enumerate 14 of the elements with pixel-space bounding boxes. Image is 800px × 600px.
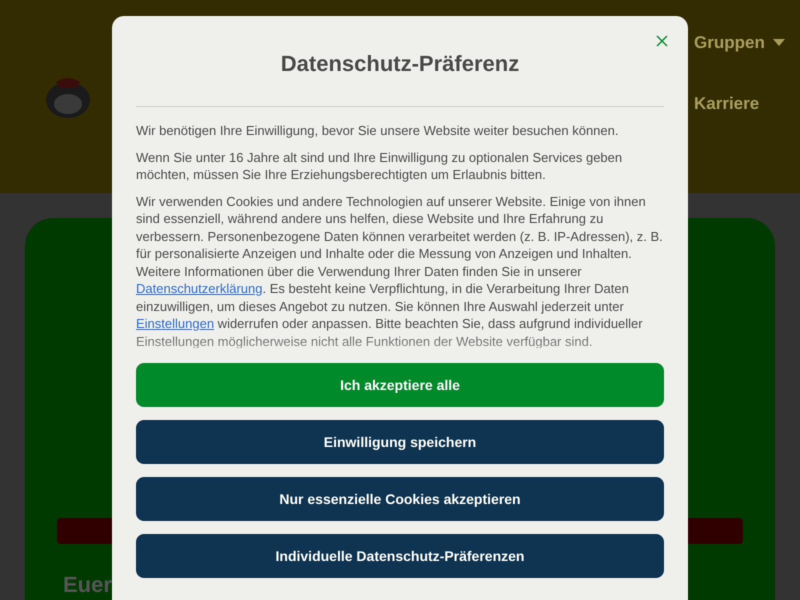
consent-paragraph: Wenn Sie unter 16 Jahre alt sind und Ihre Einwilligung zu optionalen Services geben möchten, müssen Sie Ihre Erziehungsberechtigten um Erlaubnis bitten. — [136, 148, 624, 184]
dialog-title: Datenschutz-Präferenz — [280, 50, 520, 78]
consent-button[interactable]: Individuelle Datenschutz-Präferenzen — [136, 534, 664, 578]
text-link[interactable]: Einstellungen — [136, 316, 214, 331]
consent-paragraph: Wir benötigen Ihre Einwilligung, bevor Sie unsere Website weiter besuchen können. — [136, 122, 620, 140]
hero-subtitle: Euer — [63, 571, 112, 599]
consent-button[interactable]: Einwilligung speichern — [136, 420, 664, 464]
consent-paragraph: Wir verwenden Cookies und andere Technologien auf unserer Website. Einige von ihnen sind essenziell, während andere uns helfen, diese Website und Ihre Erfahrung zu verbessern. Personenbezogene Daten können verarbeitet werden (z. B. IP-Adressen), z. B. für personalisierte Anzeigen und Inhalte oder die Messung von Anzeigen und Inhalten. Weitere Informationen über die Verwendung Ihrer Daten finden Sie in unserer Datenschutzerklärung. Es besteht keine Verpflichtung, in die Verarbeitung Ihrer Daten einzuwilligen, um dieses Angebot zu nutzen. Sie können Ihre Auswahl jederzeit unter Einstellungen widerrufen oder anpassen. Bitte beachten Sie, dass aufgrund individueller Einstellungen möglicherweise nicht alle Funktionen der Website verfügbar sind. — [136, 192, 664, 348]
nav-link[interactable]: Karriere — [694, 90, 785, 116]
close-icon[interactable] — [655, 34, 669, 48]
accept-all-button[interactable]: Ich akzeptiere alle — [136, 363, 664, 407]
text-link[interactable]: Datenschutzerklärung — [136, 281, 262, 296]
nav-link[interactable]: Gruppen — [694, 30, 785, 56]
consent-button[interactable]: Nur essenzielle Cookies akzeptieren — [136, 477, 664, 521]
